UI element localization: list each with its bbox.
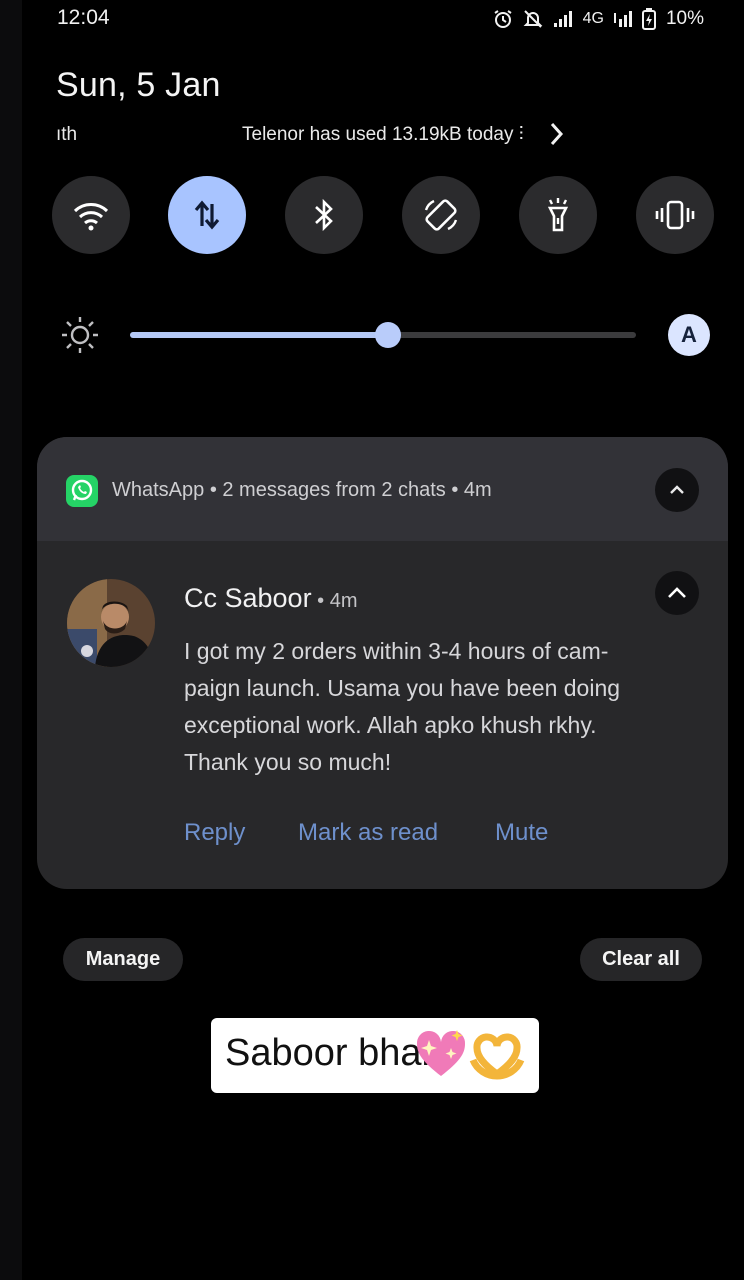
heart-hands-icon — [469, 1033, 525, 1080]
brightness-sun-icon — [62, 317, 98, 353]
clock: 12:04 — [57, 6, 110, 29]
mobile-data-toggle[interactable] — [168, 176, 246, 254]
message-text: I got my 2 orders within 3-4 hours of ca… — [184, 638, 621, 775]
arrows-up-down-icon — [194, 200, 220, 230]
notification-group-header[interactable]: WhatsApp • 2 messages from 2 chats • 4m — [37, 437, 728, 541]
flashlight-toggle[interactable] — [519, 176, 597, 254]
auto-rotate-toggle[interactable] — [402, 176, 480, 254]
sticker-text: Saboor bhai — [225, 1032, 430, 1074]
manage-button[interactable]: Manage — [63, 938, 183, 981]
clear-all-button[interactable]: Clear all — [580, 938, 702, 981]
notification-app-summary: WhatsApp • 2 messages from 2 chats • 4m — [112, 479, 492, 501]
quick-settings-row — [52, 176, 714, 256]
mute-bell-icon — [523, 10, 543, 28]
message-time: • 4m — [311, 590, 358, 612]
data-usage-ticker[interactable]: Telenor has used 13.19kB today ⫶ — [242, 124, 524, 146]
brightness-slider-thumb[interactable] — [375, 322, 402, 348]
network-type: 4G — [582, 10, 604, 27]
vibrate-icon — [655, 200, 695, 230]
battery-percent: 10% — [665, 8, 704, 29]
flashlight-icon — [547, 198, 569, 232]
collapse-message-button[interactable] — [655, 571, 699, 615]
brightness-slider-fill — [130, 332, 389, 338]
auto-brightness-button[interactable]: A — [668, 314, 710, 356]
signal-icon — [553, 11, 572, 27]
sender-name-line: Cc Saboor • 4m — [184, 583, 357, 614]
bluetooth-toggle[interactable] — [285, 176, 363, 254]
brightness-control: A — [60, 312, 714, 358]
rotate-icon — [424, 199, 458, 231]
bluetooth-icon — [315, 198, 333, 232]
date-label: Sun, 5 Jan — [56, 66, 221, 104]
sparkling-heart-icon — [416, 1030, 466, 1076]
ticker-fragment: ıth — [56, 124, 78, 145]
battery-charging-icon — [641, 8, 656, 30]
whatsapp-icon — [66, 475, 98, 507]
chevron-right-icon[interactable] — [548, 120, 566, 148]
caption-sticker: Saboor bhai — [211, 1018, 539, 1093]
status-icons: 4G 10% — [493, 8, 704, 30]
mute-action[interactable]: Mute — [495, 819, 548, 847]
alarm-icon — [494, 10, 512, 28]
vibrate-toggle[interactable] — [636, 176, 714, 254]
wifi-icon — [73, 203, 109, 231]
signal-data-icon — [613, 11, 632, 27]
reply-action[interactable]: Reply — [184, 819, 245, 847]
mark-as-read-action[interactable]: Mark as read — [298, 819, 438, 847]
chevron-up-icon — [670, 485, 684, 494]
chevron-up-icon — [668, 587, 686, 598]
sender-name: Cc Saboor — [184, 583, 312, 613]
brightness-slider[interactable] — [130, 322, 636, 348]
wifi-toggle[interactable] — [52, 176, 130, 254]
whatsapp-notification-card[interactable]: WhatsApp • 2 messages from 2 chats • 4m … — [37, 437, 728, 889]
sender-avatar — [67, 579, 155, 667]
status-bar: 12:04 4G 10% — [0, 0, 744, 40]
collapse-group-button[interactable] — [655, 468, 699, 512]
